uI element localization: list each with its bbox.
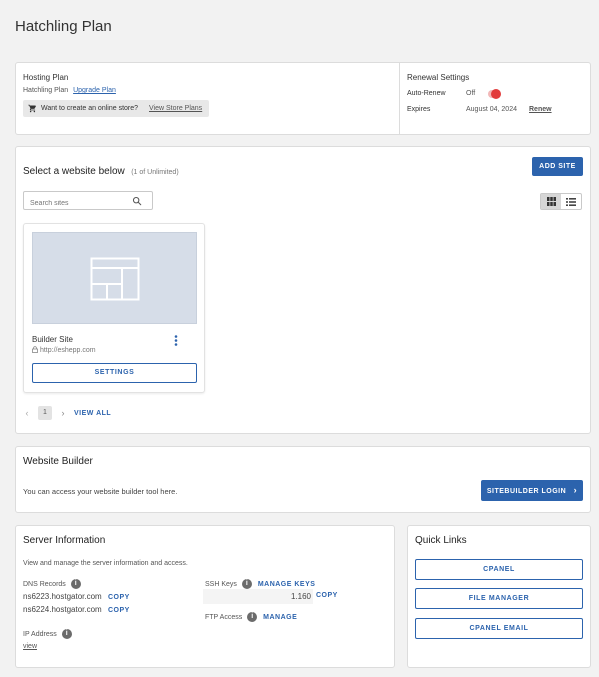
ip-view-link[interactable]: view — [23, 643, 37, 650]
store-prompt-bar: Want to create an online store? View Sto… — [23, 100, 209, 117]
renewal-heading: Renewal Settings — [407, 73, 470, 82]
cart-icon — [28, 104, 36, 113]
store-prompt-text: Want to create an online store? — [41, 105, 139, 112]
ftp-label: FTP Access — [205, 613, 243, 621]
grid-view-button[interactable] — [541, 194, 561, 209]
plan-name: Hatchling Plan — [23, 87, 69, 94]
search-icon[interactable] — [132, 196, 142, 206]
dns-copy-button[interactable]: COPY — [108, 607, 130, 614]
search-sites-input[interactable] — [24, 195, 124, 212]
search-sites-field — [23, 191, 153, 212]
websites-card: Select a website below (1 of Unlimited) … — [15, 146, 591, 434]
chevron-right-icon: › — [573, 485, 578, 495]
auto-renew-toggle[interactable] — [488, 89, 501, 99]
auto-renew-value: Off — [466, 90, 476, 97]
ssh-label: SSH Keys — [205, 580, 237, 588]
page-title: Hatchling Plan — [15, 18, 112, 35]
cpanel-button[interactable]: CPANEL — [415, 559, 583, 580]
sites-heading-row: Select a website below (1 of Unlimited) — [23, 161, 179, 179]
layout-placeholder-icon — [90, 257, 140, 301]
builder-description: You can access your website builder tool… — [23, 487, 178, 496]
view-all-link[interactable]: VIEW ALL — [74, 410, 111, 417]
sites-heading: Select a website below — [23, 166, 125, 177]
renew-link[interactable]: Renew — [529, 106, 552, 113]
ftp-label-row: FTP Access i MANAGE — [205, 612, 297, 622]
server-description: View and manage the server information a… — [23, 560, 188, 567]
kebab-menu-icon[interactable] — [174, 335, 178, 346]
server-heading: Server Information — [23, 535, 106, 546]
chevron-left-icon[interactable]: ‹ — [23, 408, 31, 418]
list-view-icon — [566, 197, 576, 206]
dns-record-row: ns6223.hostgator.com COPY — [23, 592, 130, 601]
server-info-card: Server Information View and manage the s… — [15, 525, 395, 668]
ssh-key-field: 1.160 — [203, 589, 313, 604]
site-name: Builder Site — [32, 335, 73, 344]
info-icon[interactable]: i — [247, 612, 258, 622]
page-number[interactable]: 1 — [38, 406, 52, 420]
website-builder-card: Website Builder You can access your webs… — [15, 446, 591, 513]
view-toggle — [540, 193, 582, 210]
ssh-label-row: SSH Keys i MANAGE KEYS — [205, 579, 315, 589]
auto-renew-label: Auto-Renew — [407, 90, 446, 97]
hosting-plan-heading: Hosting Plan — [23, 73, 69, 82]
pagination: ‹ 1 › VIEW ALL — [23, 405, 111, 421]
ip-label: IP Address — [23, 630, 57, 638]
site-thumbnail[interactable] — [32, 232, 197, 324]
plan-card: Hosting Plan Hatchling Plan Upgrade Plan… — [15, 62, 591, 135]
ftp-manage-button[interactable]: MANAGE — [263, 614, 297, 621]
sitebuilder-login-label: SITEBUILDER LOGIN — [486, 488, 567, 495]
expires-label: Expires — [407, 106, 431, 113]
plan-divider — [399, 63, 400, 134]
info-icon[interactable]: i — [70, 579, 81, 589]
upgrade-plan-link[interactable]: Upgrade Plan — [73, 87, 116, 94]
site-settings-button[interactable]: SETTINGS — [32, 363, 197, 383]
grid-view-icon — [546, 197, 556, 206]
toggle-knob — [491, 89, 501, 99]
info-icon[interactable]: i — [241, 579, 252, 589]
dns-record-host: ns6224.hostgator.com — [23, 605, 102, 614]
manage-keys-button[interactable]: MANAGE KEYS — [258, 581, 316, 588]
view-store-plans-link[interactable]: View Store Plans — [149, 105, 202, 112]
ip-label-row: IP Address i — [23, 629, 72, 639]
lock-icon — [32, 346, 38, 353]
sites-count-note: (1 of Unlimited) — [131, 169, 179, 176]
sitebuilder-login-button[interactable]: SITEBUILDER LOGIN › — [481, 480, 583, 501]
info-icon[interactable]: i — [61, 629, 72, 639]
list-view-button[interactable] — [561, 194, 581, 209]
site-url-row: http://eshepp.com — [32, 346, 96, 354]
dns-copy-button[interactable]: COPY — [108, 594, 130, 601]
dns-record-row: ns6224.hostgator.com COPY — [23, 605, 130, 614]
expires-value: August 04, 2024 — [466, 106, 517, 113]
site-card[interactable]: Builder Site http://eshepp.com SETTINGS — [23, 223, 205, 393]
dns-label-row: DNS Records i — [23, 579, 81, 589]
dns-record-host: ns6223.hostgator.com — [23, 592, 102, 601]
builder-heading: Website Builder — [23, 456, 93, 467]
file-manager-button[interactable]: FILE MANAGER — [415, 588, 583, 609]
quick-links-card: Quick Links CPANEL FILE MANAGER CPANEL E… — [407, 525, 591, 668]
cpanel-email-button[interactable]: CPANEL EMAIL — [415, 618, 583, 639]
site-url: http://eshepp.com — [39, 347, 96, 354]
ssh-copy-button[interactable]: COPY — [316, 592, 338, 599]
plan-name-row: Hatchling Plan Upgrade Plan — [23, 87, 116, 94]
dns-label: DNS Records — [23, 580, 66, 588]
add-site-button[interactable]: ADD SITE — [532, 157, 583, 176]
quick-links-heading: Quick Links — [415, 535, 467, 546]
ssh-key-value: 1.160 — [290, 592, 311, 601]
chevron-right-icon[interactable]: › — [59, 408, 67, 418]
